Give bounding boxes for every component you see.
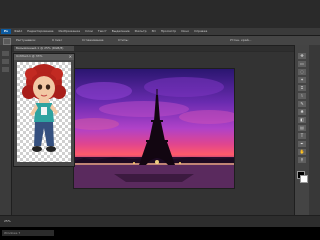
menu-help[interactable]: Справка [194, 29, 207, 34]
menu-items: Файл Редактирование Изображение Слои Тек… [14, 29, 207, 34]
menu-window[interactable]: Окно [181, 29, 189, 34]
feather-value[interactable]: 0 пикс [52, 38, 62, 43]
stamp-icon[interactable]: ♣ [298, 109, 306, 115]
eiffel-tower-image [69, 69, 239, 188]
history-panel-icon[interactable] [2, 59, 9, 64]
panel-collapse-icon[interactable] [2, 51, 9, 56]
floating-window-titlebar[interactable]: Untitled-1 @ 33% × [14, 54, 74, 60]
wand-icon[interactable]: ✦ [298, 77, 306, 83]
marquee-icon[interactable]: ▭ [298, 61, 306, 67]
menu-bar: Ps Файл Редактирование Изображение Слои … [0, 28, 320, 36]
tools-panel: ✥ ▭ ◌ ✦ ⌗ ⌇ ✎ ♣ ◧ ▤ T ✒ ✋ ⚲ [294, 45, 309, 215]
close-icon[interactable]: × [69, 54, 72, 60]
menu-file[interactable]: Файл [14, 29, 22, 34]
document-tab-label: Безымянный-1 @ 25% (RGB/8) [16, 46, 64, 50]
eyedropper-icon[interactable]: ⌇ [298, 93, 306, 99]
floating-document-window[interactable]: Untitled-1 @ 33% × [13, 53, 75, 167]
menu-view[interactable]: Просмотр [161, 29, 176, 34]
floating-window-title: Untitled-1 @ 33% [16, 54, 43, 58]
document-tab[interactable]: Безымянный-1 @ 25% (RGB/8) [14, 46, 74, 51]
hand-icon[interactable]: ✋ [298, 149, 306, 155]
text-icon[interactable]: T [298, 133, 306, 139]
eraser-icon[interactable]: ◧ [298, 117, 306, 123]
options-bar: Растушевка: 0 пикс Сглаживание Стиль: Ут… [0, 36, 320, 46]
menu-3d[interactable]: 3D [152, 29, 156, 34]
menu-select[interactable]: Выделение [112, 29, 130, 34]
menu-edit[interactable]: Редактирование [27, 29, 53, 34]
os-taskbar: Windows 7 [0, 227, 320, 240]
antialias-checkbox[interactable]: Сглаживание [82, 38, 103, 43]
zoom-icon[interactable]: ⚲ [298, 157, 306, 163]
photoshop-screen: Ps Файл Редактирование Изображение Слои … [0, 0, 320, 240]
move-icon[interactable]: ✥ [298, 53, 306, 59]
gradient-icon[interactable]: ▤ [298, 125, 306, 131]
lasso-icon[interactable]: ◌ [298, 69, 306, 75]
info-panel-icon[interactable] [2, 67, 9, 72]
style-label: Стиль: [118, 38, 129, 42]
left-panel-strip [0, 45, 12, 215]
document-tabs: Безымянный-1 @ 25% (RGB/8) [12, 46, 297, 51]
brush-icon[interactable]: ✎ [298, 101, 306, 107]
panel-dock [309, 45, 320, 215]
transparent-canvas [17, 62, 71, 162]
current-tool-icon[interactable] [3, 38, 11, 45]
cartoon-girl-image [22, 64, 66, 152]
taskbar-item-label: Windows 7 [4, 231, 21, 235]
zoom-level[interactable]: 25% [4, 219, 11, 224]
app-logo: Ps [1, 29, 11, 34]
eiffel-tower-photo [69, 68, 239, 189]
feather-label: Растушевка: [16, 38, 36, 42]
refine-edge-button[interactable]: Уточн. край... [230, 38, 251, 43]
pen-icon[interactable]: ✒ [298, 141, 306, 147]
menu-image[interactable]: Изображение [58, 29, 80, 34]
menu-filter[interactable]: Фильтр [135, 29, 147, 34]
menu-layers[interactable]: Слои [85, 29, 93, 34]
crop-icon[interactable]: ⌗ [298, 85, 306, 91]
background-color-swatch[interactable] [300, 175, 308, 183]
taskbar-item[interactable]: Windows 7 [2, 230, 54, 236]
menu-type[interactable]: Текст [98, 29, 107, 34]
